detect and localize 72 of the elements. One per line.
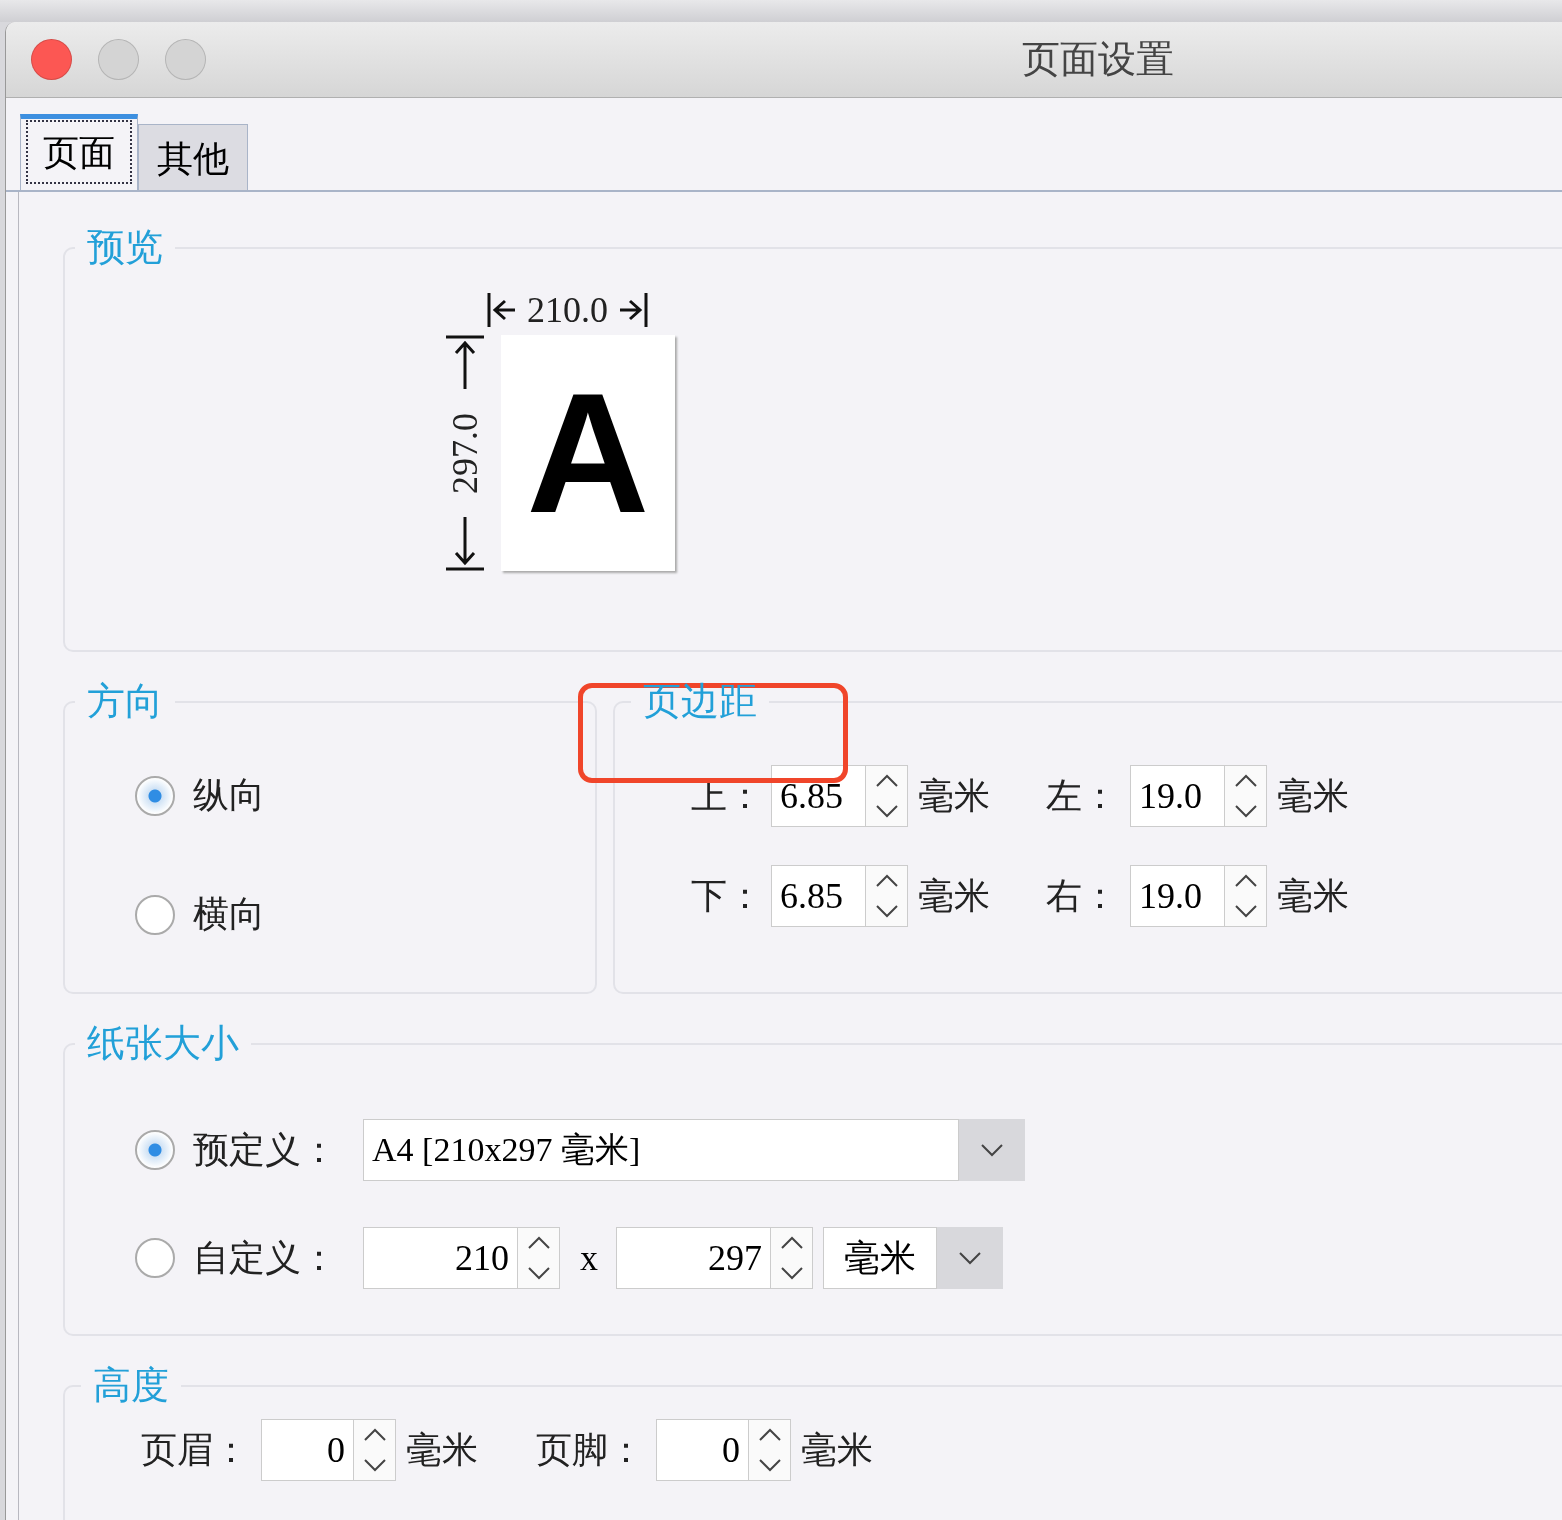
stepper[interactable] xyxy=(354,1419,396,1481)
unit-label: 毫米 xyxy=(918,773,991,818)
width-field[interactable]: 210 xyxy=(363,1227,518,1289)
margin-field[interactable]: 6.85 xyxy=(771,865,866,927)
height-label: 页脚： xyxy=(536,1427,645,1472)
chevron-down-icon[interactable] xyxy=(362,1458,387,1472)
radio-button[interactable] xyxy=(135,1130,175,1170)
height-field[interactable]: 0 xyxy=(656,1419,749,1481)
chevron-up-icon[interactable] xyxy=(1233,774,1258,788)
unit-label: 毫米 xyxy=(406,1427,479,1472)
chevron-down-icon[interactable] xyxy=(874,804,899,818)
height-field[interactable]: 297 xyxy=(616,1227,771,1289)
left-arrow-icon xyxy=(487,293,517,327)
option-label: 自定义： xyxy=(193,1235,338,1280)
group-title: 高度 xyxy=(92,1362,170,1409)
unit-dropdown[interactable]: 毫米 xyxy=(823,1227,937,1289)
chevron-up-icon[interactable] xyxy=(362,1428,387,1442)
stepper[interactable] xyxy=(866,865,908,927)
chevron-down-icon[interactable] xyxy=(1233,804,1258,818)
right-arrow-icon xyxy=(618,293,648,327)
chevron-down-icon[interactable] xyxy=(1233,904,1258,918)
unit-label: 毫米 xyxy=(801,1427,874,1472)
chevron-up-icon[interactable] xyxy=(874,774,899,788)
margin-label: 右： xyxy=(1046,873,1119,918)
close-button[interactable] xyxy=(31,39,72,80)
margin-field[interactable]: 6.85 xyxy=(771,765,866,827)
stepper[interactable] xyxy=(749,1419,791,1481)
option-label: 纵向 xyxy=(193,773,265,817)
group-title: 页边距 xyxy=(642,678,758,725)
stepper[interactable] xyxy=(866,765,908,827)
chevron-down-icon[interactable] xyxy=(526,1266,551,1280)
unit-label: 毫米 xyxy=(1277,773,1350,818)
margin-label: 下： xyxy=(691,873,764,918)
stepper[interactable] xyxy=(1225,865,1267,927)
chevron-down-icon[interactable] xyxy=(779,1266,804,1280)
stepper[interactable] xyxy=(518,1227,560,1289)
height-label: 页眉： xyxy=(141,1427,250,1472)
chevron-up-icon[interactable] xyxy=(874,874,899,888)
chevron-up-icon[interactable] xyxy=(779,1236,804,1250)
window-title: 页面设置 xyxy=(1022,36,1174,83)
stepper[interactable] xyxy=(771,1227,813,1289)
height-field[interactable]: 0 xyxy=(261,1419,354,1481)
radio-button[interactable] xyxy=(135,1238,175,1278)
margin-label: 左： xyxy=(1046,773,1119,818)
unit-label: 毫米 xyxy=(1277,873,1350,918)
unit-label: 毫米 xyxy=(918,873,991,918)
width-label: 210.0 xyxy=(527,289,608,331)
chevron-up-icon[interactable] xyxy=(1233,874,1258,888)
height-label: 297.0 xyxy=(444,412,486,494)
down-arrow-icon xyxy=(446,517,484,571)
chevron-up-icon[interactable] xyxy=(757,1428,782,1442)
margin-field[interactable]: 19.0 xyxy=(1130,765,1225,827)
chevron-down-icon[interactable] xyxy=(757,1458,782,1472)
margin-field[interactable]: 19.0 xyxy=(1130,865,1225,927)
separator-label: x xyxy=(580,1237,598,1279)
radio-button[interactable] xyxy=(135,894,175,935)
chevron-up-icon[interactable] xyxy=(526,1236,551,1250)
group-title: 方向 xyxy=(86,678,164,725)
option-label: 横向 xyxy=(193,892,265,936)
chevron-down-icon[interactable] xyxy=(958,1251,982,1265)
tab[interactable]: 页面 xyxy=(20,114,138,190)
up-arrow-icon xyxy=(446,335,484,389)
preview-letter: A xyxy=(526,368,650,538)
option-label: 预定义： xyxy=(193,1127,338,1172)
paper-size-dropdown[interactable]: A4 [210x297 毫米] xyxy=(363,1119,959,1181)
chevron-down-icon[interactable] xyxy=(874,904,899,918)
radio-button[interactable] xyxy=(135,775,175,816)
group-title: 纸张大小 xyxy=(86,1020,240,1067)
group-title: 预览 xyxy=(86,224,164,271)
stepper[interactable] xyxy=(1225,765,1267,827)
chevron-down-icon[interactable] xyxy=(980,1143,1004,1157)
tab[interactable]: 其他 xyxy=(138,124,248,190)
